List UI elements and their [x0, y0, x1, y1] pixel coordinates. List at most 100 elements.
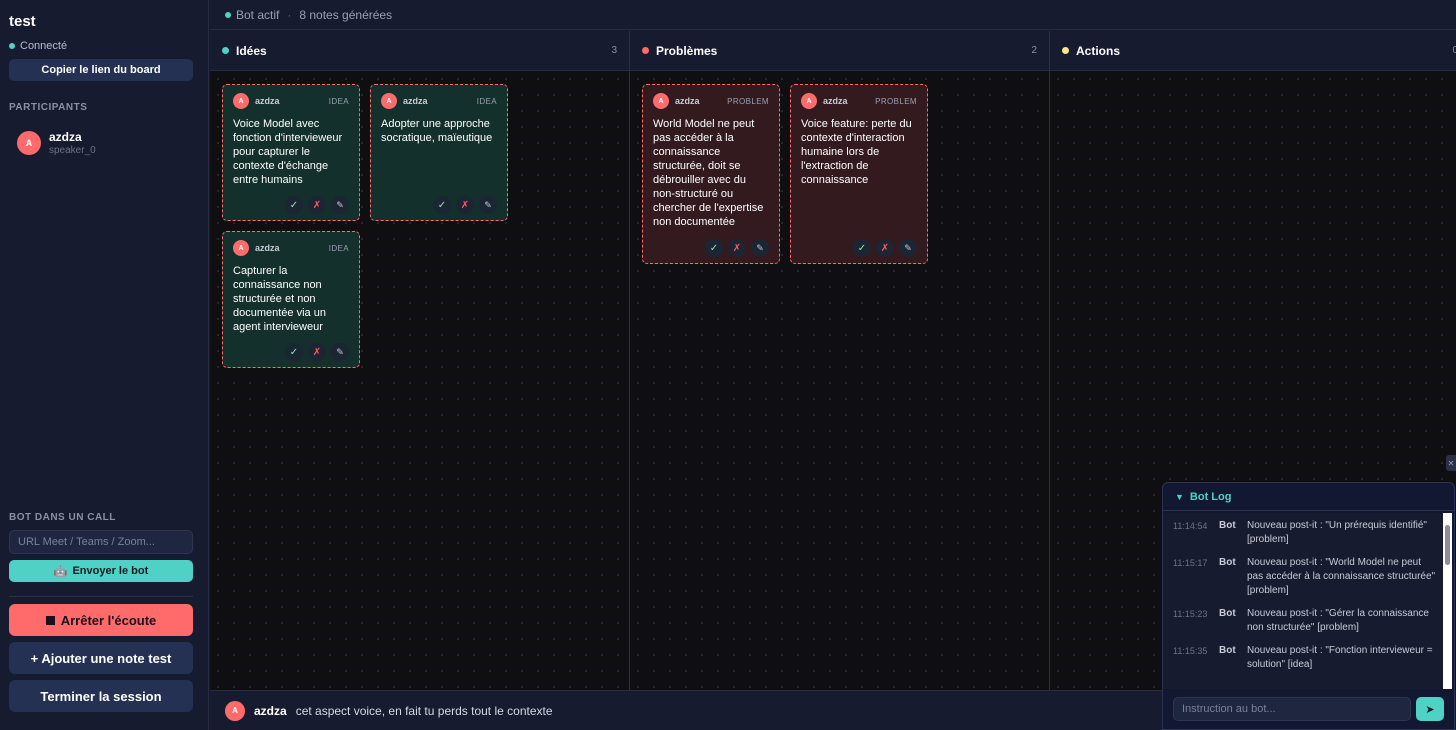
note-author: azdza [255, 96, 280, 106]
column-dot-icon [1062, 47, 1069, 54]
reject-x-icon[interactable]: ✗ [456, 196, 474, 214]
end-session-button[interactable]: Terminer la session [9, 680, 193, 712]
live-transcript: A azdza cet aspect voice, en fait tu per… [210, 690, 1162, 730]
stop-listening-label: Arrêter l'écoute [60, 612, 157, 628]
stop-listening-button[interactable]: Arrêter l'écoute [9, 604, 193, 636]
column-count: 3 [611, 45, 617, 56]
avatar: A [801, 93, 817, 109]
column-header-problems: Problèmes 2 [630, 31, 1049, 71]
sticky-note[interactable]: A azdza PROBLEM Voice feature: perte du … [790, 84, 928, 264]
approve-check-icon[interactable]: ✓ [285, 343, 303, 361]
log-message: Nouveau post-it : "Un prérequis identifi… [1247, 520, 1427, 545]
approve-check-icon[interactable]: ✓ [705, 239, 723, 257]
edit-pencil-icon[interactable]: ✎ [899, 239, 917, 257]
transcript-speaker: azdza [254, 703, 287, 718]
log-sender: Bot [1219, 645, 1236, 656]
participant-speaker-id: speaker_0 [49, 145, 96, 156]
send-bot-button[interactable]: 🤖 Envoyer le bot [9, 560, 193, 582]
participant-name: azdza [49, 130, 82, 144]
bot-status: Bot actif [236, 7, 280, 22]
participant-item: A azdza speaker_0 [17, 130, 96, 156]
transcript-text: cet aspect voice, en fait tu perds tout … [295, 703, 553, 718]
sidebar-divider [9, 596, 193, 597]
log-entry: 11:15:23 Bot Nouveau post-it : "Gérer la… [1163, 598, 1443, 635]
approve-check-icon[interactable]: ✓ [853, 239, 871, 257]
log-sender: Bot [1219, 608, 1236, 619]
board-title: test [9, 13, 36, 30]
separator: · [287, 7, 292, 22]
scrollbar-thumb[interactable] [1445, 525, 1450, 565]
sidebar: test Connecté Copier le lien du board PA… [0, 0, 209, 730]
status-bar: Bot actif · 8 notes générées [210, 0, 1456, 30]
copy-board-link-button[interactable]: Copier le lien du board [9, 59, 193, 81]
log-entry: 11:15:17 Bot Nouveau post-it : "World Mo… [1163, 547, 1443, 598]
sticky-note[interactable]: A azdza IDEA Adopter une approche socrat… [370, 84, 508, 221]
note-text: World Model ne peut pas accéder à la con… [653, 118, 764, 228]
log-time: 11:14:54 [1173, 521, 1208, 531]
column-count: 0 [1452, 45, 1456, 56]
log-message: Nouveau post-it : "World Model ne peut p… [1247, 557, 1436, 596]
send-instruction-button[interactable]: ➤ [1416, 697, 1444, 721]
log-entry: 11:15:35 Bot Nouveau post-it : "Fonction… [1163, 635, 1443, 672]
column-title: Idées [236, 43, 267, 58]
column-dot-icon [642, 47, 649, 54]
log-message: Nouveau post-it : "Fonction intervieweur… [1247, 645, 1433, 670]
connection-status-label: Connecté [20, 40, 68, 52]
column-problems: A azdza PROBLEM World Model ne peut pas … [630, 71, 1049, 690]
avatar: A [381, 93, 397, 109]
robot-icon: 🤖 [53, 565, 68, 578]
reject-x-icon[interactable]: ✗ [728, 239, 746, 257]
bot-log-header[interactable]: ▼ Bot Log [1163, 483, 1454, 511]
note-text: Voice feature: perte du contexte d'inter… [801, 118, 912, 186]
avatar: A [225, 700, 245, 721]
log-message: Nouveau post-it : "Gérer la connaissance… [1247, 608, 1429, 633]
approve-check-icon[interactable]: ✓ [285, 196, 303, 214]
column-header-actions: Actions 0 [1050, 31, 1456, 71]
note-type-badge: IDEA [328, 96, 349, 106]
log-time: 11:15:23 [1173, 609, 1208, 619]
reject-x-icon[interactable]: ✗ [308, 196, 326, 214]
note-type-badge: PROBLEM [727, 96, 769, 106]
participants-heading: PARTICIPANTS [9, 102, 88, 113]
note-author: azdza [675, 96, 700, 106]
note-text: Adopter une approche socratique, maïeuti… [381, 118, 493, 144]
edit-pencil-icon[interactable]: ✎ [751, 239, 769, 257]
note-author: azdza [403, 96, 428, 106]
reject-x-icon[interactable]: ✗ [876, 239, 894, 257]
column-title: Actions [1076, 43, 1121, 58]
sticky-note[interactable]: A azdza IDEA Capturer la connaissance no… [222, 231, 360, 368]
bot-status-dot-icon [225, 11, 231, 18]
bot-log-list: 11:14:54 Bot Nouveau post-it : "Un prére… [1163, 513, 1443, 689]
sticky-note[interactable]: A azdza IDEA Voice Model avec fonction d… [222, 84, 360, 221]
status-dot-icon [9, 43, 15, 49]
close-icon[interactable]: ✕ [1446, 455, 1456, 471]
note-text: Voice Model avec fonction d'intervieweur… [233, 118, 343, 186]
edit-pencil-icon[interactable]: ✎ [331, 196, 349, 214]
sticky-note[interactable]: A azdza PROBLEM World Model ne peut pas … [642, 84, 780, 264]
avatar: A [233, 240, 249, 256]
column-ideas: A azdza IDEA Voice Model avec fonction d… [210, 71, 629, 690]
note-type-badge: PROBLEM [875, 96, 917, 106]
note-author: azdza [823, 96, 848, 106]
bot-instruction-input[interactable] [1173, 697, 1411, 721]
log-time: 11:15:17 [1173, 558, 1208, 568]
reject-x-icon[interactable]: ✗ [308, 343, 326, 361]
avatar: A [233, 93, 249, 109]
send-arrow-icon: ➤ [1425, 703, 1435, 716]
approve-check-icon[interactable]: ✓ [433, 196, 451, 214]
collapse-triangle-icon: ▼ [1175, 491, 1184, 502]
bot-log-title: Bot Log [1189, 490, 1232, 503]
column-header-ideas: Idées 3 [210, 31, 629, 71]
log-entry: 11:14:54 Bot Nouveau post-it : "Un prére… [1163, 513, 1443, 547]
note-type-badge: IDEA [476, 96, 497, 106]
log-time: 11:15:35 [1173, 646, 1208, 656]
stop-icon [45, 615, 55, 625]
add-test-note-button[interactable]: + Ajouter une note test [9, 642, 193, 674]
note-author: azdza [255, 243, 280, 253]
edit-pencil-icon[interactable]: ✎ [331, 343, 349, 361]
edit-pencil-icon[interactable]: ✎ [479, 196, 497, 214]
meeting-url-input[interactable] [9, 530, 193, 554]
bot-log-scrollbar[interactable] [1443, 513, 1452, 689]
avatar: A [653, 93, 669, 109]
avatar: A [17, 131, 41, 155]
